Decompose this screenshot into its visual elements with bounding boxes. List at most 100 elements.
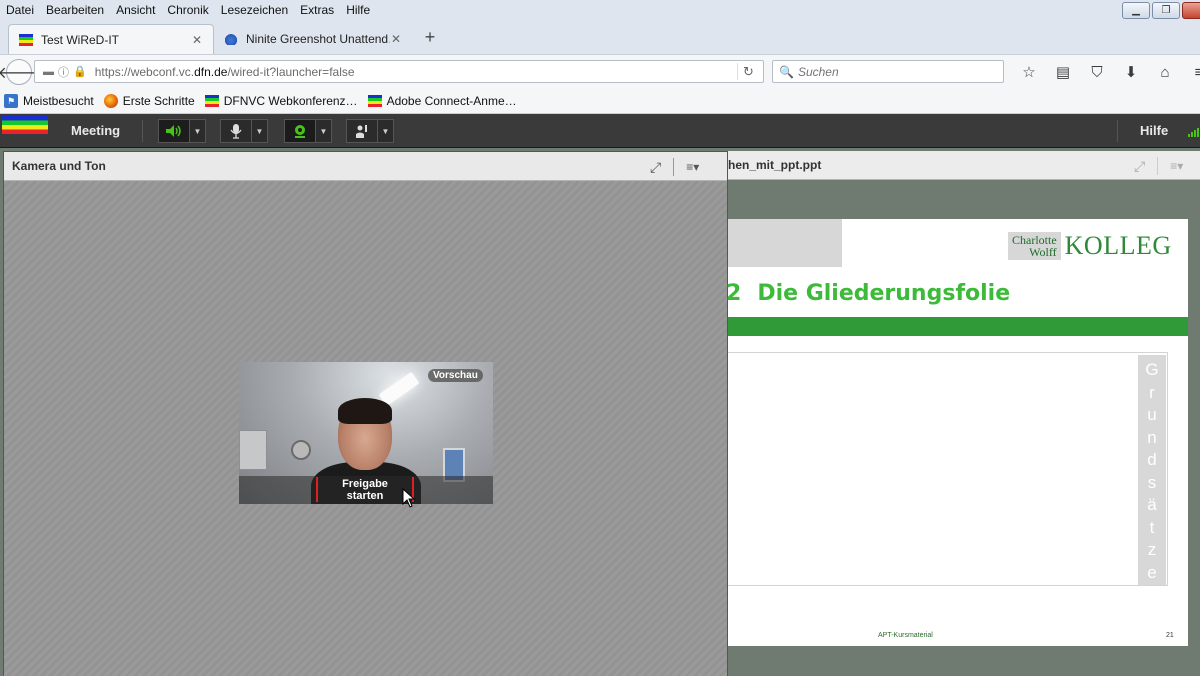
pod-divider: [673, 158, 675, 176]
menu-chronik[interactable]: Chronik: [161, 3, 214, 17]
window-controls: ▁ ❐ ✕: [1122, 2, 1200, 19]
minimize-icon: ▁: [1132, 5, 1140, 16]
slide-footer: APT-Kursmaterial: [878, 632, 933, 639]
speaker-icon: [166, 125, 181, 137]
camera-button[interactable]: [284, 119, 316, 143]
home-icon[interactable]: ⌂: [1148, 61, 1182, 83]
tab-strip: Test WiReD-IT ✕ Ninite Greenshot Unatten…: [0, 20, 1200, 54]
speaker-control: ▼: [158, 119, 206, 143]
speaker-dropdown[interactable]: ▼: [190, 119, 206, 143]
bookmark-label: Erste Schritte: [122, 93, 195, 108]
tab-close-icon[interactable]: ✕: [390, 32, 402, 46]
menu-bar: Datei Bearbeiten Ansicht Chronik Lesezei…: [0, 0, 1200, 20]
search-input[interactable]: [797, 64, 998, 79]
forward-arrow-icon[interactable]: ▬: [43, 66, 54, 78]
vertical-letter: s: [1147, 472, 1157, 492]
camera-pod-body: Vorschau Freigabe starten: [4, 181, 727, 676]
webcam-preview: Vorschau Freigabe starten: [239, 362, 493, 504]
connect-toolbar: Meeting ▼ ▼ ▼ ▼ Hilfe: [0, 114, 1200, 148]
bookmark-erste-schritte[interactable]: Erste Schritte: [103, 93, 195, 108]
status-dropdown[interactable]: ▼: [378, 119, 394, 143]
help-menu[interactable]: Hilfe: [1140, 123, 1168, 138]
url-bar[interactable]: ▬ ⓘ 🔒 https://webconf.vc.dfn.de/wired-it…: [34, 60, 764, 83]
search-bar[interactable]: 🔍: [772, 60, 1004, 83]
tab-test-wired-it[interactable]: Test WiReD-IT ✕: [8, 24, 214, 54]
search-icon: 🔍: [779, 64, 794, 79]
restore-button[interactable]: ❐: [1152, 2, 1180, 19]
fullscreen-icon[interactable]: ⤢: [1134, 158, 1145, 175]
microphone-dropdown[interactable]: ▼: [252, 119, 268, 143]
pod-menu-icon[interactable]: ≡▾: [686, 160, 699, 174]
close-window-button[interactable]: ✕: [1182, 2, 1200, 19]
new-tab-button[interactable]: +: [420, 28, 440, 48]
navigation-bar: 🡐 ▬ ⓘ 🔒 https://webconf.vc.dfn.de/wired-…: [0, 54, 1200, 88]
webcam-icon: [295, 125, 305, 138]
slide-heading: 2 Die Gliederungsfolie: [726, 281, 1010, 306]
camera-pod-controls: ⤢ ≡▾: [650, 158, 699, 176]
url-text[interactable]: https://webconf.vc.dfn.de/wired-it?launc…: [95, 65, 355, 79]
slide-gray-block: [728, 219, 842, 267]
menu-hilfe[interactable]: Hilfe: [340, 3, 376, 17]
share-pod-header: hen_mit_ppt.ppt ⤢ ≡▾: [728, 151, 1200, 180]
share-pod-title: hen_mit_ppt.ppt: [728, 158, 822, 172]
logo-word: KOLLEG: [1064, 231, 1172, 260]
menu-datei[interactable]: Datei: [0, 3, 40, 17]
tab-close-icon[interactable]: ✕: [191, 33, 203, 47]
fan: [291, 440, 311, 460]
chevron-down-icon: ▼: [381, 126, 390, 136]
plus-icon: +: [424, 27, 436, 47]
pod-menu-icon[interactable]: ≡▾: [1170, 159, 1183, 173]
menu-lesezeichen[interactable]: Lesezeichen: [215, 3, 294, 17]
reading-list-icon[interactable]: ▤: [1046, 61, 1080, 83]
camera-dropdown[interactable]: ▼: [316, 119, 332, 143]
start-sharing-button[interactable]: Freigabe starten: [316, 475, 414, 504]
ninite-icon: [224, 33, 238, 45]
vertical-letter: e: [1147, 562, 1157, 582]
adobe-connect-icon: [204, 94, 219, 107]
slide-green-bar: [728, 317, 1188, 336]
tab-label: Test WiReD-IT: [41, 32, 119, 47]
meeting-menu[interactable]: Meeting: [71, 123, 120, 138]
slide-content-box: [728, 352, 1168, 586]
download-icon[interactable]: ⬇: [1114, 61, 1148, 83]
info-icon[interactable]: ⓘ: [58, 64, 69, 80]
menu-extras[interactable]: Extras: [294, 3, 340, 17]
menu-bearbeiten[interactable]: Bearbeiten: [40, 3, 110, 17]
restore-icon: ❐: [1161, 5, 1171, 16]
toolbar-divider: [142, 120, 143, 142]
microphone-control: ▼: [220, 119, 268, 143]
bookmark-star-icon[interactable]: ☆: [1012, 61, 1046, 83]
connection-signal-icon: [1188, 128, 1199, 137]
toolbar-icons: ☆ ▤ ⛉ ⬇ ⌂ ≡: [1012, 61, 1200, 83]
bookmark-meistbesucht[interactable]: ⚑ Meistbesucht: [4, 93, 94, 108]
share-pod-controls: ⤢ ≡▾: [1134, 157, 1183, 175]
raise-hand-button[interactable]: [346, 119, 378, 143]
microphone-button[interactable]: [220, 119, 252, 143]
fullscreen-icon[interactable]: ⤢: [650, 159, 661, 176]
reload-icon: ↻: [743, 63, 754, 79]
connect-logo-icon: [2, 116, 48, 134]
camera-pod-header: Kamera und Ton ⤢ ≡▾: [4, 152, 727, 181]
vertical-letter: G: [1145, 360, 1159, 379]
slide-heading-text: Die Gliederungsfolie: [757, 281, 1011, 306]
start-sharing-label: Freigabe starten: [318, 475, 412, 504]
minimize-button[interactable]: ▁: [1122, 2, 1150, 19]
firefox-icon: [103, 93, 118, 108]
pocket-icon[interactable]: ⛉: [1080, 61, 1114, 83]
vertical-letter: t: [1149, 517, 1155, 537]
menu-ansicht[interactable]: Ansicht: [110, 3, 161, 17]
bookmark-adobe-connect[interactable]: Adobe Connect-Anme…: [367, 94, 517, 108]
vertical-letter: u: [1147, 405, 1157, 424]
bookmark-dfnvc[interactable]: DFNVC Webkonferenz…: [204, 94, 358, 108]
hamburger-menu-icon[interactable]: ≡: [1182, 61, 1200, 83]
bookmark-label: Meistbesucht: [23, 93, 94, 108]
tab-ninite[interactable]: Ninite Greenshot Unattend… ✕: [214, 24, 412, 54]
camera-control: ▼: [284, 119, 332, 143]
lock-icon[interactable]: 🔒: [73, 65, 87, 78]
vertical-letter: d: [1147, 450, 1157, 469]
tab-label: Ninite Greenshot Unattend…: [246, 32, 390, 46]
speaker-button[interactable]: [158, 119, 190, 143]
reload-button[interactable]: ↻: [737, 63, 759, 80]
back-button[interactable]: 🡐: [0, 59, 40, 85]
vertical-letter: r: [1149, 382, 1155, 402]
